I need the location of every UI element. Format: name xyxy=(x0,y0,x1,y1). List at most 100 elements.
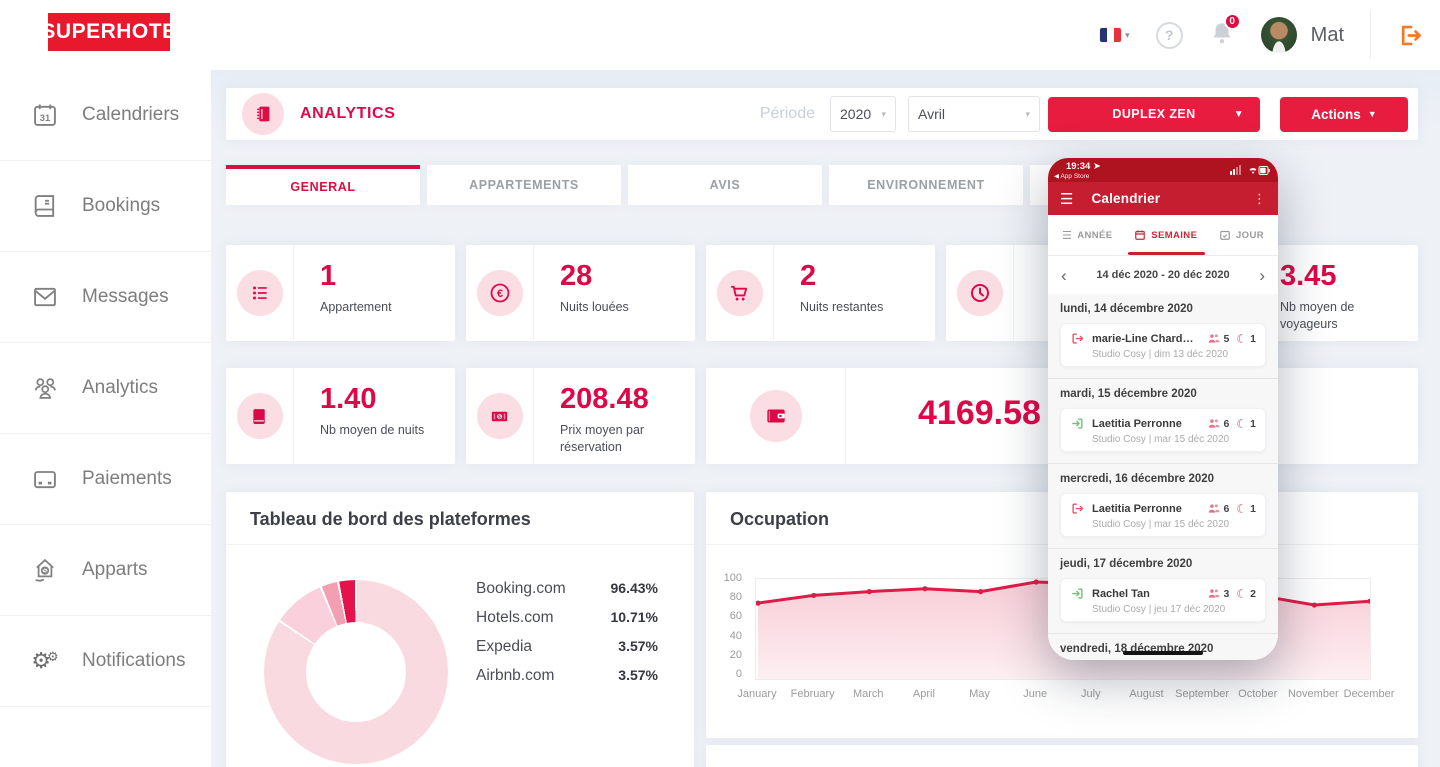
user-name: Mat xyxy=(1310,23,1344,46)
stat-value: 3.45 xyxy=(1280,260,1337,292)
phone-booking-card[interactable]: Laetitia Perronne 6 ☾ 1 Studio Cosy | mar… xyxy=(1060,493,1266,537)
phone-day-section: mercredi, 16 décembre 2020 Laetitia Perr… xyxy=(1048,463,1278,548)
property-selector-button[interactable]: DUPLEX ZEN ▼ xyxy=(1048,96,1260,132)
actions-button[interactable]: Actions ▼ xyxy=(1280,96,1408,132)
phone-overlay: 19:34 ➤ ◀ App Store ☰ Calendrier ⋮ ☰ ANN… xyxy=(1048,158,1278,660)
sidebar-item-messages[interactable]: Messages xyxy=(0,252,211,343)
sidebar-item-calendriers[interactable]: 31 Calendriers xyxy=(0,70,211,161)
hamburger-menu-icon[interactable]: ☰ xyxy=(1060,190,1073,208)
stat-card-prix-moyen: $ 208.48 Prix moyen par réservation xyxy=(466,368,695,464)
x-tick-label: July xyxy=(1081,688,1101,700)
phone-app-title: Calendrier xyxy=(1091,191,1161,206)
day-header: lundi, 14 décembre 2020 xyxy=(1060,303,1193,315)
guests-count: 5 xyxy=(1207,332,1229,345)
notification-badge: 0 xyxy=(1223,12,1241,30)
notifications-button[interactable]: 0 xyxy=(1209,12,1241,51)
moon-icon: ☾ xyxy=(1236,416,1248,431)
notebook-icon xyxy=(242,93,284,135)
nights-count: ☾ 1 xyxy=(1236,501,1256,516)
occupation-x-axis: January February March April May June July Augu… xyxy=(737,688,1394,704)
sidebar-item-bookings[interactable]: Bookings xyxy=(0,161,211,252)
day-header: jeudi, 17 décembre 2020 xyxy=(1060,558,1193,570)
sidebar-item-apparts[interactable]: $ Apparts xyxy=(0,525,211,616)
french-flag-icon xyxy=(1100,28,1122,42)
chevron-down-icon: ▾ xyxy=(1125,29,1130,40)
phone-tab-annee[interactable]: ☰ ANNÉE xyxy=(1062,229,1113,242)
people-group-icon xyxy=(30,374,60,402)
sidebar-item-label: Apparts xyxy=(82,559,148,580)
tab-avis[interactable]: AVIS xyxy=(628,165,822,205)
phone-day-section: mardi, 15 décembre 2020 Laetitia Perronn… xyxy=(1048,378,1278,463)
nights-count: ☾ 1 xyxy=(1236,416,1256,431)
legend-row: Airbnb.com 3.57% xyxy=(476,667,658,684)
next-week-icon[interactable]: › xyxy=(1259,267,1265,284)
calendar-icon xyxy=(1135,230,1146,240)
moon-icon: ☾ xyxy=(1236,501,1248,516)
x-tick-label: September xyxy=(1175,688,1229,700)
top-header: SUPERHOTE ▾ ? 0 Mat xyxy=(0,0,1440,70)
tab-appartements[interactable]: APPARTEMENTS xyxy=(427,165,621,205)
chevron-down-icon: ▾ xyxy=(1025,108,1030,119)
tab-environnement[interactable]: ENVIRONNEMENT xyxy=(829,165,1023,205)
book-solid-icon xyxy=(236,393,283,439)
avatar[interactable] xyxy=(1260,17,1297,53)
active-tab-underline xyxy=(1128,252,1205,255)
day-header: mercredi, 16 décembre 2020 xyxy=(1060,473,1215,485)
sidebar-item-label: Paiements xyxy=(82,468,172,489)
x-tick-label: February xyxy=(790,688,835,700)
week-range: 14 déc 2020 - 20 déc 2020 xyxy=(1096,269,1230,281)
stat-value: 28 xyxy=(560,260,593,292)
app-store-back-link[interactable]: ◀ App Store xyxy=(1054,172,1089,180)
y-tick-label: 20 xyxy=(729,648,742,661)
stat-label: Appartement xyxy=(320,300,392,314)
sidebar-item-paiements[interactable]: Paiements xyxy=(0,434,211,525)
nights-count: ☾ 2 xyxy=(1236,586,1256,601)
platforms-card: Tableau de bord des plateformes Booking.… xyxy=(226,492,694,767)
tab-general[interactable]: GENERAL xyxy=(226,165,420,205)
platforms-donut xyxy=(264,580,448,764)
phone-booking-card[interactable]: Rachel Tan 3 ☾ 2 Studio Cosy | jeu 17 déc… xyxy=(1060,578,1266,622)
y-tick-label: 40 xyxy=(729,629,742,642)
phone-booking-card[interactable]: marie-Line Chardon-T... 5 ☾1 Studio Cosy… xyxy=(1060,323,1266,367)
period-label: Période xyxy=(759,105,815,122)
help-icon[interactable]: ? xyxy=(1155,21,1183,49)
sidebar-item-analytics[interactable]: Analytics xyxy=(0,343,211,434)
stat-value: 4169.58 € xyxy=(918,394,1070,432)
page-title: ANALYTICS xyxy=(300,105,396,122)
phone-view-tabs: ☰ ANNÉE SEMAINE JOUR xyxy=(1048,215,1278,256)
language-selector[interactable]: ▾ xyxy=(1100,28,1130,42)
kebab-menu-icon[interactable]: ⋮ xyxy=(1253,191,1266,207)
sidebar-item-notifications[interactable]: ⚙ ⚙ Notifications xyxy=(0,616,211,707)
stat-value: 208.48 xyxy=(560,383,649,415)
stat-card-nuits-restantes: 2 Nuits restantes xyxy=(706,245,935,341)
guests-count: 6 xyxy=(1207,502,1229,515)
stat-label: Nb moyen de voyageurs xyxy=(1280,300,1355,331)
stat-card-appartement: 1 Appartement xyxy=(226,245,455,341)
stat-label: Nuits restantes xyxy=(800,300,884,314)
svg-text:€: € xyxy=(496,288,502,300)
checkin-icon xyxy=(1070,416,1085,431)
home-indicator[interactable] xyxy=(1123,651,1203,655)
main-content: ANALYTICS Période 2020 ▾ Avril ▾ DUPLEX ZE… xyxy=(211,70,1440,767)
stat-card-nuits-louees: € 28 Nuits louées xyxy=(466,245,695,341)
y-tick-label: 80 xyxy=(729,591,742,604)
sidebar-item-label: Calendriers xyxy=(82,104,180,125)
month-select[interactable]: Avril ▾ xyxy=(908,96,1040,132)
sidebar: 31 Calendriers Bookings Messages Analyti… xyxy=(0,70,211,767)
phone-tab-jour[interactable]: JOUR xyxy=(1219,229,1264,241)
logout-icon[interactable] xyxy=(1397,22,1424,49)
x-tick-label: March xyxy=(852,688,884,700)
checkout-icon xyxy=(1070,331,1085,346)
y-tick-label: 100 xyxy=(723,572,742,584)
year-select[interactable]: 2020 ▾ xyxy=(830,96,896,132)
phone-day-section: vendredi, 18 décembre 2020 xyxy=(1048,633,1278,660)
stat-label: Prix moyen par réservation xyxy=(560,423,645,454)
bottom-card xyxy=(706,745,1418,767)
phone-booking-card[interactable]: Laetitia Perronne 6 ☾ 1 Studio Cosy | mar… xyxy=(1060,408,1266,452)
svg-text:$: $ xyxy=(498,414,501,420)
wallet-icon xyxy=(749,390,802,442)
superhote-logo[interactable]: SUPERHOTE xyxy=(41,13,176,51)
nights-count: ☾ 1 xyxy=(1236,331,1256,346)
phone-tab-semaine[interactable]: SEMAINE xyxy=(1134,229,1197,241)
sidebar-item-label: Messages xyxy=(82,286,169,307)
